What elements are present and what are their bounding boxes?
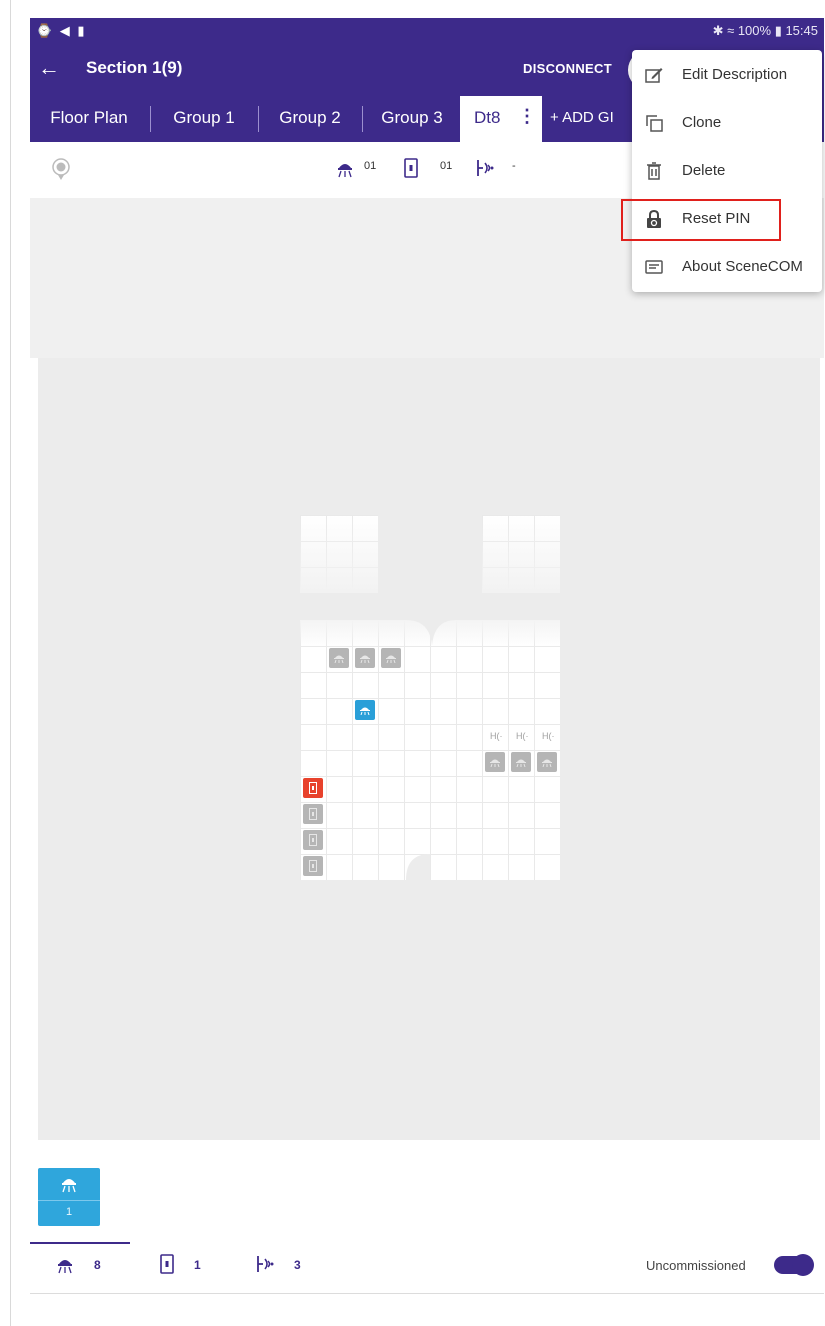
sensor-count: - <box>512 160 516 172</box>
menu-item-delete[interactable]: Delete <box>632 147 822 195</box>
luminaire-total: 8 <box>94 1258 101 1272</box>
menu-item-label: Edit Description <box>682 66 788 83</box>
clone-icon <box>646 115 663 132</box>
menu-item-label: About SceneCOM <box>682 258 803 275</box>
tab-group-2[interactable]: Group 2 <box>260 96 360 142</box>
switch-tile[interactable] <box>303 856 323 876</box>
trash-icon <box>647 162 661 180</box>
status-bar: ⌚ ◀ ▮ ✱ ≈ 100% ▮ 15:45 <box>30 18 824 44</box>
menu-item-edit-description[interactable]: Edit Description <box>632 51 822 99</box>
sensor-icon <box>477 160 494 176</box>
sensor-marker-icon[interactable]: H(· <box>490 731 503 741</box>
selected-device-card[interactable]: 1 <box>38 1168 100 1226</box>
luminaire-count: 01 <box>364 160 377 172</box>
switch-tile[interactable] <box>303 804 323 824</box>
luminaire-tile[interactable] <box>485 752 505 772</box>
info-card-icon <box>645 260 663 274</box>
sensor-total: 3 <box>294 1258 301 1272</box>
tab-divider <box>150 106 151 132</box>
bottom-tab-indicator <box>30 1242 130 1244</box>
more-vert-icon[interactable]: ⋮ <box>518 106 536 127</box>
overflow-menu: Edit Description Clone Delete Reset PIN <box>632 50 822 292</box>
back-arrow-icon[interactable]: ← <box>38 56 60 80</box>
status-icons-right: ✱ ≈ 100% ▮ 15:45 <box>712 23 818 38</box>
luminaire-tile[interactable] <box>355 648 375 668</box>
menu-item-clone[interactable]: Clone <box>632 99 822 147</box>
tab-divider <box>362 106 363 132</box>
disconnect-button[interactable]: DISCONNECT <box>523 61 612 76</box>
commission-toggle[interactable] <box>774 1254 814 1276</box>
luminaire-tile[interactable] <box>511 752 531 772</box>
tab-group-3[interactable]: Group 3 <box>366 96 458 142</box>
switch-icon[interactable] <box>160 1254 174 1274</box>
menu-item-about[interactable]: About SceneCOM <box>632 243 822 291</box>
sensor-marker-icon[interactable]: H(· <box>542 731 555 741</box>
luminaire-tile[interactable] <box>537 752 557 772</box>
tab-group-1[interactable]: Group 1 <box>152 96 256 142</box>
door-notch-bottom <box>406 854 430 880</box>
door-notch-top <box>406 616 456 646</box>
page-title: Section 1(9) <box>86 58 183 77</box>
commission-status-label: Uncommissioned <box>646 1258 746 1273</box>
switch-tile-alert[interactable] <box>303 778 323 798</box>
switch-tile[interactable] <box>303 830 323 850</box>
annotation-highlight-box <box>621 199 781 241</box>
app-screen: ⌚ ◀ ▮ ✱ ≈ 100% ▮ 15:45 ← Section 1(9) DI… <box>0 0 825 1326</box>
switch-icon <box>404 158 418 178</box>
toggle-knob <box>792 1254 814 1276</box>
luminaire-tile[interactable] <box>329 648 349 668</box>
tab-dt8-label: Dt8 <box>474 108 501 127</box>
tab-floor-plan[interactable]: Floor Plan <box>30 96 148 142</box>
card-divider <box>38 1200 100 1201</box>
selected-device-count: 1 <box>65 1206 73 1218</box>
bottom-summary-bar: 8 1 3 Uncommissioned <box>30 1242 824 1294</box>
luminaire-icon <box>338 164 352 178</box>
edit-icon <box>645 68 663 83</box>
tab-divider <box>258 106 259 132</box>
luminaire-icon[interactable] <box>56 1256 74 1274</box>
menu-item-label: Clone <box>682 114 722 131</box>
status-icons-left: ⌚ ◀ ▮ <box>36 23 87 38</box>
sensor-icon[interactable] <box>256 1255 276 1273</box>
sensor-marker-icon[interactable]: H(· <box>516 731 529 741</box>
luminaire-tile[interactable] <box>381 648 401 668</box>
switch-total: 1 <box>194 1258 201 1272</box>
luminaire-tile-selected[interactable] <box>355 700 375 720</box>
luminaire-icon <box>62 1179 76 1193</box>
floor-plan-canvas[interactable]: H(· H(· H(· <box>38 358 820 1140</box>
menu-item-label: Delete <box>682 162 726 179</box>
room-shadow <box>482 515 560 593</box>
beacon-icon[interactable] <box>52 158 70 180</box>
room-shadow <box>300 515 378 593</box>
switch-count: 01 <box>440 160 453 172</box>
